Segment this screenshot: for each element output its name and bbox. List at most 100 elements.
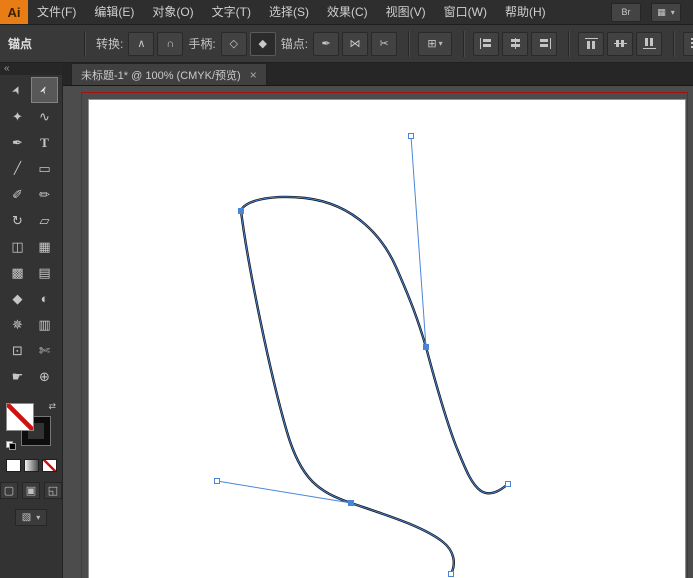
document-tab[interactable]: 未标题-1* @ 100% (CMYK/预览) × <box>71 63 267 85</box>
convert-to-smooth-button[interactable]: ∩ <box>157 31 184 56</box>
menubar-right-icons: Br ▦ ▾ <box>611 2 693 22</box>
hand-icon: ☛ <box>11 368 24 384</box>
mesh-icon: ▩ <box>11 264 24 280</box>
path-endpoint[interactable] <box>505 481 511 487</box>
workspace-switcher-button[interactable]: ▦ ▾ <box>651 2 681 22</box>
anchor-point[interactable] <box>348 500 354 506</box>
convert-smooth-icon: ∩ <box>166 37 175 50</box>
chevron-down-icon: ▾ <box>36 513 41 522</box>
direct-selection-icon: ➣ <box>36 83 52 97</box>
perspective-grid-tool[interactable]: ▦ <box>31 233 58 259</box>
column-graph-icon: ▥ <box>38 316 51 332</box>
gradient-button[interactable] <box>23 459 39 472</box>
align-left-button[interactable] <box>473 31 500 56</box>
magic-wand-icon: ✦ <box>12 108 23 124</box>
artboard-tool[interactable]: ⊡ <box>4 337 31 363</box>
line-tool[interactable]: ╱ <box>4 155 31 181</box>
anchor-point[interactable] <box>423 344 429 350</box>
align-top-button[interactable] <box>578 31 605 56</box>
document-column: 未标题-1* @ 100% (CMYK/预览) × <box>63 63 693 578</box>
blend-tool[interactable]: ◐ <box>31 285 58 311</box>
convert-to-corner-button[interactable]: ∧ <box>128 31 155 56</box>
handle-endpoint[interactable] <box>214 478 220 484</box>
anchor-point[interactable] <box>238 208 244 214</box>
zoom-tool[interactable]: ⊕ <box>31 363 58 389</box>
tools-panel: « ➤ ➣ ✦ ∿ ✒ T ╱ ▭ ✐ ✏ ↻ ▱ ◫ ▦ ▩ ▤ ◆ ◐ ✵ ▥ ⊡ ✄ ☛ ⊕ ⇄ ▢ ▣ ◱ ▧ ▾ <box>0 63 63 578</box>
change-screen-mode-button[interactable]: ▧ ▾ <box>15 509 47 526</box>
line-icon: ╱ <box>13 161 22 175</box>
selection-tool[interactable]: ➤ <box>4 77 31 103</box>
paintbrush-tool[interactable]: ✐ <box>4 181 31 207</box>
none-button[interactable] <box>41 459 57 472</box>
swap-fill-stroke-icon[interactable]: ⇄ <box>48 401 56 412</box>
default-fill-stroke-icon[interactable] <box>6 441 16 450</box>
align-middle-button[interactable] <box>607 31 634 56</box>
separator <box>408 30 411 57</box>
align-right-button[interactable] <box>531 31 558 56</box>
draw-behind-button[interactable]: ▣ <box>22 482 40 499</box>
app-logo: Ai <box>0 0 28 24</box>
direction-handle-line[interactable] <box>410 135 427 348</box>
type-tool[interactable]: T <box>31 129 58 155</box>
blend-icon: ◐ <box>40 290 49 306</box>
connect-endpoints-icon: ⋈ <box>349 38 361 50</box>
delete-anchor-button[interactable]: ✒ <box>313 31 340 56</box>
distribute-vertical-button[interactable] <box>683 31 693 56</box>
menu-item-effect[interactable]: 效果(C) <box>318 0 377 24</box>
separator <box>463 30 466 57</box>
shape-builder-tool[interactable]: ◫ <box>4 233 31 259</box>
slice-tool[interactable]: ✄ <box>31 337 58 363</box>
close-icon[interactable]: × <box>250 68 257 82</box>
menu-item-select[interactable]: 选择(S) <box>260 0 318 24</box>
magic-wand-tool[interactable]: ✦ <box>4 103 31 129</box>
symbol-sprayer-tool[interactable]: ✵ <box>4 311 31 337</box>
show-handles-button[interactable]: ◇ <box>220 31 247 56</box>
menu-item-object[interactable]: 对象(O) <box>143 0 202 24</box>
hide-handles-button[interactable]: ◆ <box>249 31 276 56</box>
draw-normal-button[interactable]: ▢ <box>0 482 18 499</box>
hand-tool[interactable]: ☛ <box>4 363 31 389</box>
direct-selection-tool[interactable]: ➣ <box>31 77 58 103</box>
separator <box>568 30 571 57</box>
pencil-tool[interactable]: ✏ <box>31 181 58 207</box>
menu-item-help[interactable]: 帮助(H) <box>496 0 555 24</box>
direction-handle-line[interactable] <box>216 480 352 504</box>
transform-options-button[interactable]: ⊞ ▾ <box>418 31 453 56</box>
gradient-tool[interactable]: ▤ <box>31 259 58 285</box>
draw-inside-button[interactable]: ◱ <box>44 482 62 499</box>
cut-path-button[interactable]: ✂ <box>371 31 398 56</box>
menu-item-edit[interactable]: 编辑(E) <box>85 0 143 24</box>
mesh-tool[interactable]: ▩ <box>4 259 31 285</box>
menu-item-file[interactable]: 文件(F) <box>28 0 85 24</box>
pen-tool[interactable]: ✒ <box>4 129 31 155</box>
canvas-area[interactable] <box>63 86 693 578</box>
connect-endpoints-button[interactable]: ⋈ <box>342 31 369 56</box>
toolbar-collapse-button[interactable]: « <box>0 63 62 75</box>
rotate-tool[interactable]: ↻ <box>4 207 31 233</box>
fill-swatch[interactable] <box>6 403 34 431</box>
screen-mode-icon: ▧ <box>21 512 32 523</box>
align-center-button[interactable] <box>502 31 529 56</box>
bezier-path[interactable] <box>239 195 510 576</box>
menu-item-view[interactable]: 视图(V) <box>377 0 435 24</box>
menu-item-type[interactable]: 文字(T) <box>203 0 260 24</box>
rectangle-tool[interactable]: ▭ <box>31 155 58 181</box>
bridge-button[interactable]: Br <box>611 2 641 22</box>
convert-label: 转换: <box>96 37 124 51</box>
lasso-tool[interactable]: ∿ <box>31 103 58 129</box>
color-button[interactable] <box>5 459 21 472</box>
hide-handles-icon: ◆ <box>258 38 267 50</box>
align-right-icon <box>538 38 551 49</box>
column-graph-tool[interactable]: ▥ <box>31 311 58 337</box>
free-transform-tool[interactable]: ▱ <box>31 207 58 233</box>
eyedropper-tool[interactable]: ◆ <box>4 285 31 311</box>
menu-item-window[interactable]: 窗口(W) <box>435 0 496 24</box>
separator <box>673 30 676 57</box>
align-bottom-button[interactable] <box>636 31 663 56</box>
document-tab-title: 未标题-1* @ 100% (CMYK/预览) <box>81 69 241 82</box>
controlbar-title: 锚点 <box>8 37 33 51</box>
canvas-overlay[interactable] <box>63 86 693 578</box>
path-endpoint[interactable] <box>448 571 454 577</box>
handle-endpoint[interactable] <box>408 133 414 139</box>
align-bottom-icon <box>642 38 656 49</box>
